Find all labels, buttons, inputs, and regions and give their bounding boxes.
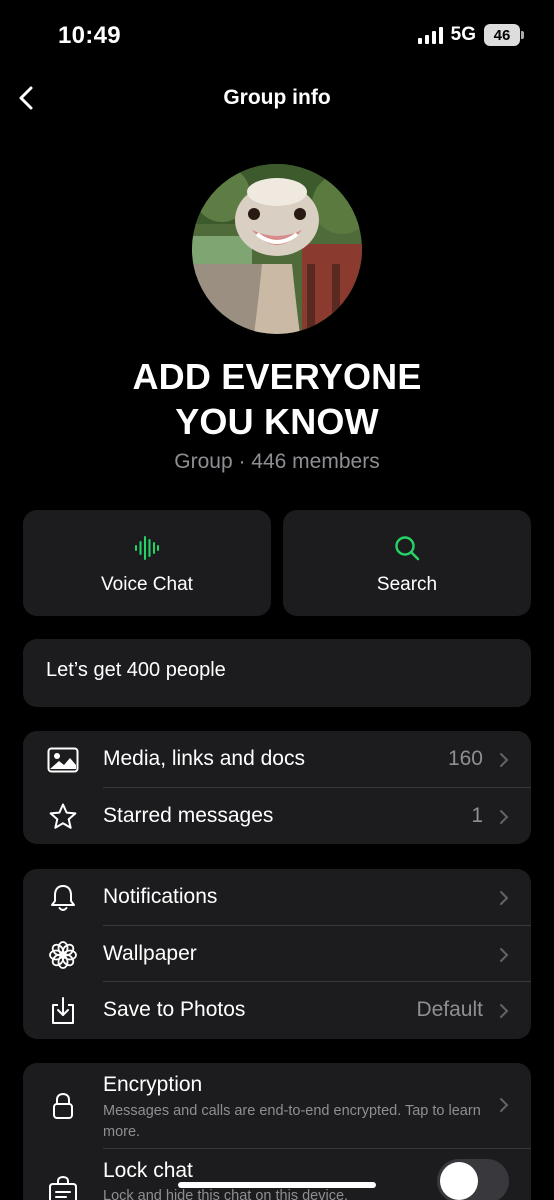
group-subtitle: Group · 446 members (174, 450, 380, 473)
toggle-knob (440, 1162, 478, 1200)
search-icon (395, 536, 420, 561)
group-name-line-2: YOU KNOW (175, 401, 379, 442)
voice-chat-button[interactable]: Voice Chat (23, 510, 271, 616)
encryption-label: Encryption (103, 1073, 203, 1096)
group-name-line-1: ADD EVERYONE (132, 356, 422, 397)
nav-bar: Group info (0, 76, 554, 122)
media-links-docs-label: Media, links and docs (103, 747, 305, 770)
lock-chat-description: Lock and hide this chat on this device. (103, 1188, 349, 1200)
wallpaper-row[interactable]: Wallpaper (23, 926, 531, 982)
group-name: ADD EVERYONE YOU KNOW (0, 354, 554, 444)
lock-chat-label: Lock chat (103, 1159, 193, 1182)
status-indicators: 5G 46 (417, 24, 524, 46)
download-icon (46, 994, 80, 1028)
voice-waveform-icon (135, 536, 159, 560)
home-indicator[interactable] (178, 1182, 376, 1188)
image-icon (46, 743, 80, 777)
page-title: Group info (223, 86, 331, 109)
search-button[interactable]: Search (283, 510, 531, 616)
network-label: 5G (450, 24, 476, 45)
group-description[interactable]: Let’s get 400 people (23, 639, 531, 707)
notifications-row[interactable]: Notifications (23, 869, 531, 926)
chevron-right-icon (500, 891, 509, 905)
battery-icon: 46 (484, 24, 524, 46)
group-avatar[interactable] (192, 164, 362, 334)
status-time: 10:49 (58, 22, 121, 49)
star-icon (46, 800, 80, 834)
lock-icon (46, 1089, 80, 1123)
lock-chat-row: Lock chat Lock and hide this chat on thi… (23, 1149, 531, 1200)
chevron-right-icon (500, 1098, 509, 1112)
flower-icon (46, 938, 80, 972)
search-label: Search (376, 574, 438, 595)
chevron-right-icon (500, 1004, 509, 1018)
save-to-photos-value: Default (416, 998, 483, 1021)
settings-section: Notifications Wallpaper Save to Photos D… (23, 869, 531, 1039)
encryption-row[interactable]: Encryption Messages and calls are end-to… (23, 1063, 531, 1149)
media-links-docs-row[interactable]: Media, links and docs 160 (23, 731, 531, 788)
status-bar: 10:49 5G 46 (0, 0, 554, 70)
wallpaper-label: Wallpaper (103, 941, 197, 965)
lock-chat-toggle[interactable] (437, 1159, 509, 1200)
chevron-right-icon (500, 809, 509, 824)
chevron-right-icon (500, 947, 509, 962)
notifications-label: Notifications (103, 885, 218, 908)
media-section: Media, links and docs 160 Starred messag… (23, 731, 531, 844)
avatar-image (192, 164, 362, 334)
battery-level: 46 (493, 26, 511, 44)
starred-count: 1 (471, 803, 483, 827)
chevron-right-icon (500, 753, 509, 767)
save-to-photos-label: Save to Photos (103, 998, 246, 1021)
chat-lock-icon (46, 1175, 80, 1200)
signal-icon (417, 26, 443, 44)
media-count: 160 (447, 747, 483, 770)
bell-icon (46, 881, 80, 915)
privacy-section: Encryption Messages and calls are end-to… (23, 1063, 531, 1200)
voice-chat-label: Voice Chat (101, 574, 193, 595)
encryption-description: Messages and calls are end-to-end encryp… (103, 1103, 481, 1140)
save-to-photos-row[interactable]: Save to Photos Default (23, 982, 531, 1039)
starred-messages-label: Starred messages (103, 803, 274, 827)
starred-messages-row[interactable]: Starred messages 1 (23, 788, 531, 845)
